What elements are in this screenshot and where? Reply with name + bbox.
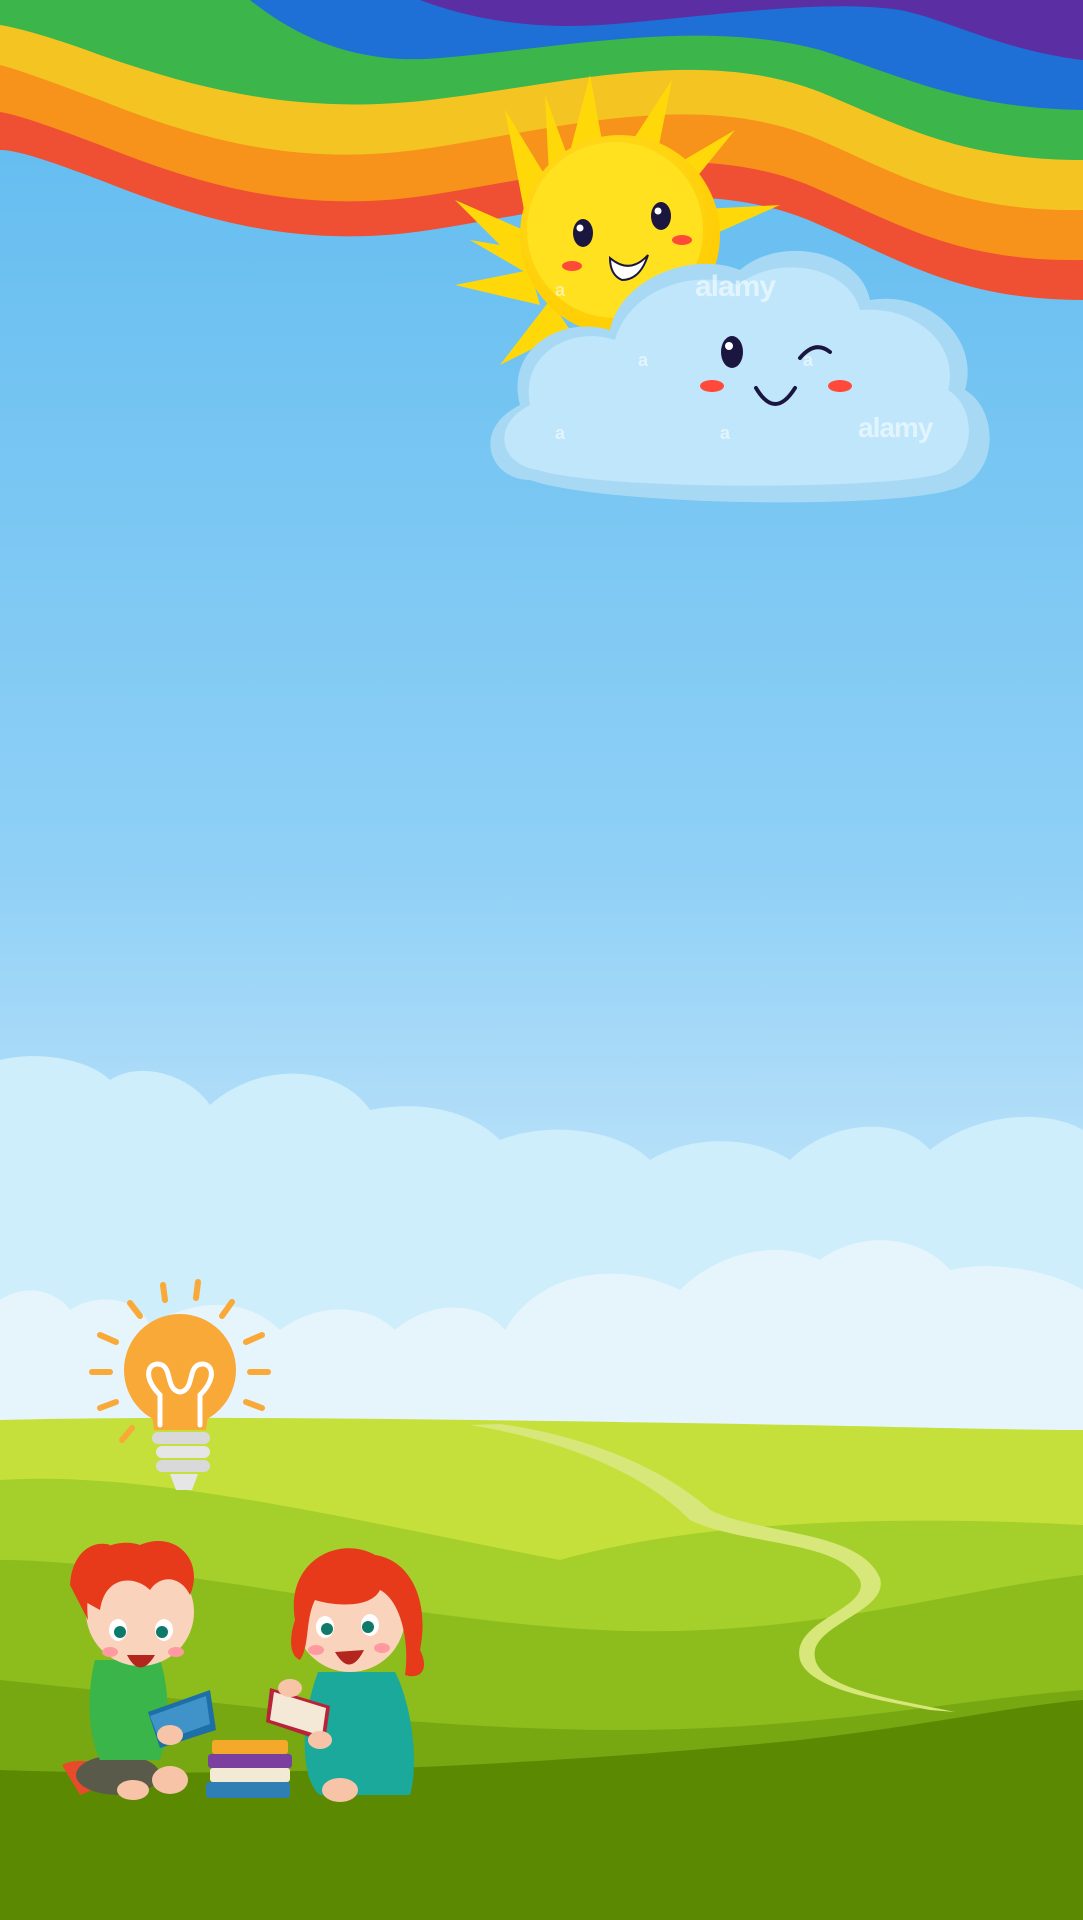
watermark-text: alamy (858, 412, 933, 443)
watermark-text: a (555, 423, 565, 443)
greeting-card-background: alamy alamy a a a a a (0, 0, 1083, 1920)
illustration (0, 0, 1083, 1920)
watermark-text: a (720, 423, 730, 443)
book-stack-icon (206, 1740, 292, 1798)
watermark-text: a (555, 280, 565, 300)
watermark-text: a (638, 350, 648, 370)
watermark-text: alamy (695, 270, 776, 303)
watermark-text: a (803, 350, 813, 370)
